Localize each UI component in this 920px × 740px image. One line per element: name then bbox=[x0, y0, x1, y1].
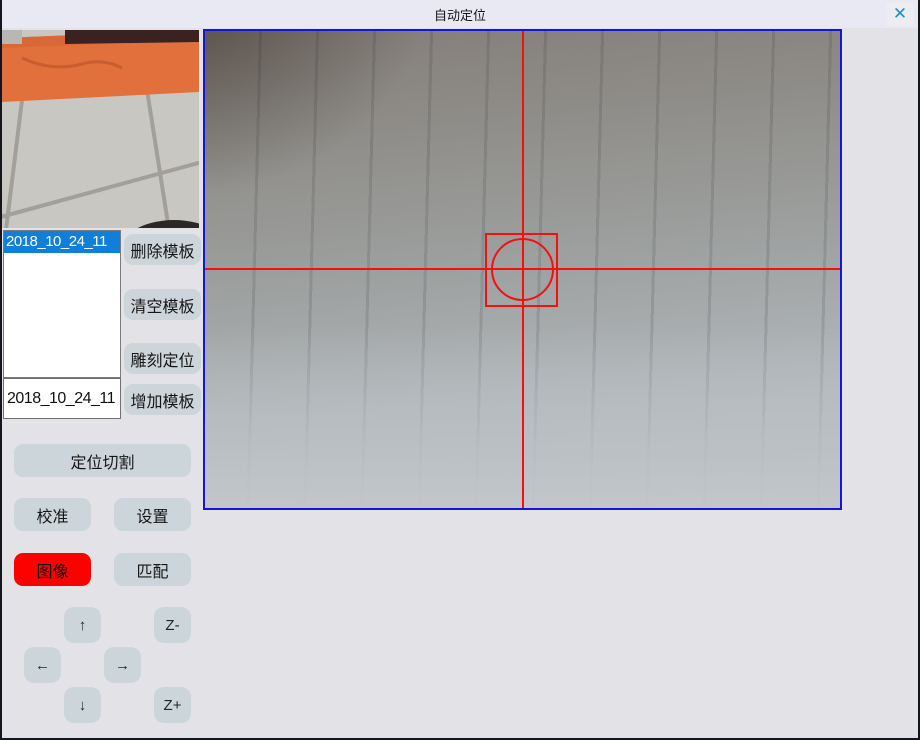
delete-template-button[interactable]: 删除模板 bbox=[124, 234, 201, 265]
roi-circle bbox=[491, 238, 554, 301]
settings-button[interactable]: 设置 bbox=[114, 498, 191, 531]
calibrate-button[interactable]: 校准 bbox=[14, 498, 91, 531]
template-list[interactable]: 2018_10_24_11 bbox=[3, 230, 121, 378]
title-bar: 自动定位 ✕ bbox=[2, 0, 918, 28]
template-name-input[interactable] bbox=[3, 378, 121, 419]
image-button[interactable]: 图像 bbox=[14, 553, 91, 586]
camera-view[interactable] bbox=[203, 29, 842, 510]
template-list-item[interactable]: 2018_10_24_11 bbox=[4, 231, 120, 253]
jog-right-button[interactable]: → bbox=[104, 647, 141, 683]
thumbnail-image bbox=[2, 30, 199, 228]
jog-up-button[interactable]: ↑ bbox=[64, 607, 101, 643]
position-cut-button[interactable]: 定位切割 bbox=[14, 444, 191, 477]
clear-template-button[interactable]: 清空模板 bbox=[124, 289, 201, 320]
close-icon[interactable]: ✕ bbox=[886, 2, 914, 26]
add-template-button[interactable]: 增加模板 bbox=[124, 384, 201, 415]
window-title: 自动定位 bbox=[434, 5, 486, 24]
camera-thumbnail bbox=[2, 30, 199, 228]
jog-z-minus-button[interactable]: Z- bbox=[154, 607, 191, 643]
engrave-position-button[interactable]: 雕刻定位 bbox=[124, 343, 201, 374]
match-button[interactable]: 匹配 bbox=[114, 553, 191, 586]
jog-z-plus-button[interactable]: Z+ bbox=[154, 687, 191, 723]
jog-down-button[interactable]: ↓ bbox=[64, 687, 101, 723]
jog-left-button[interactable]: ← bbox=[24, 647, 61, 683]
